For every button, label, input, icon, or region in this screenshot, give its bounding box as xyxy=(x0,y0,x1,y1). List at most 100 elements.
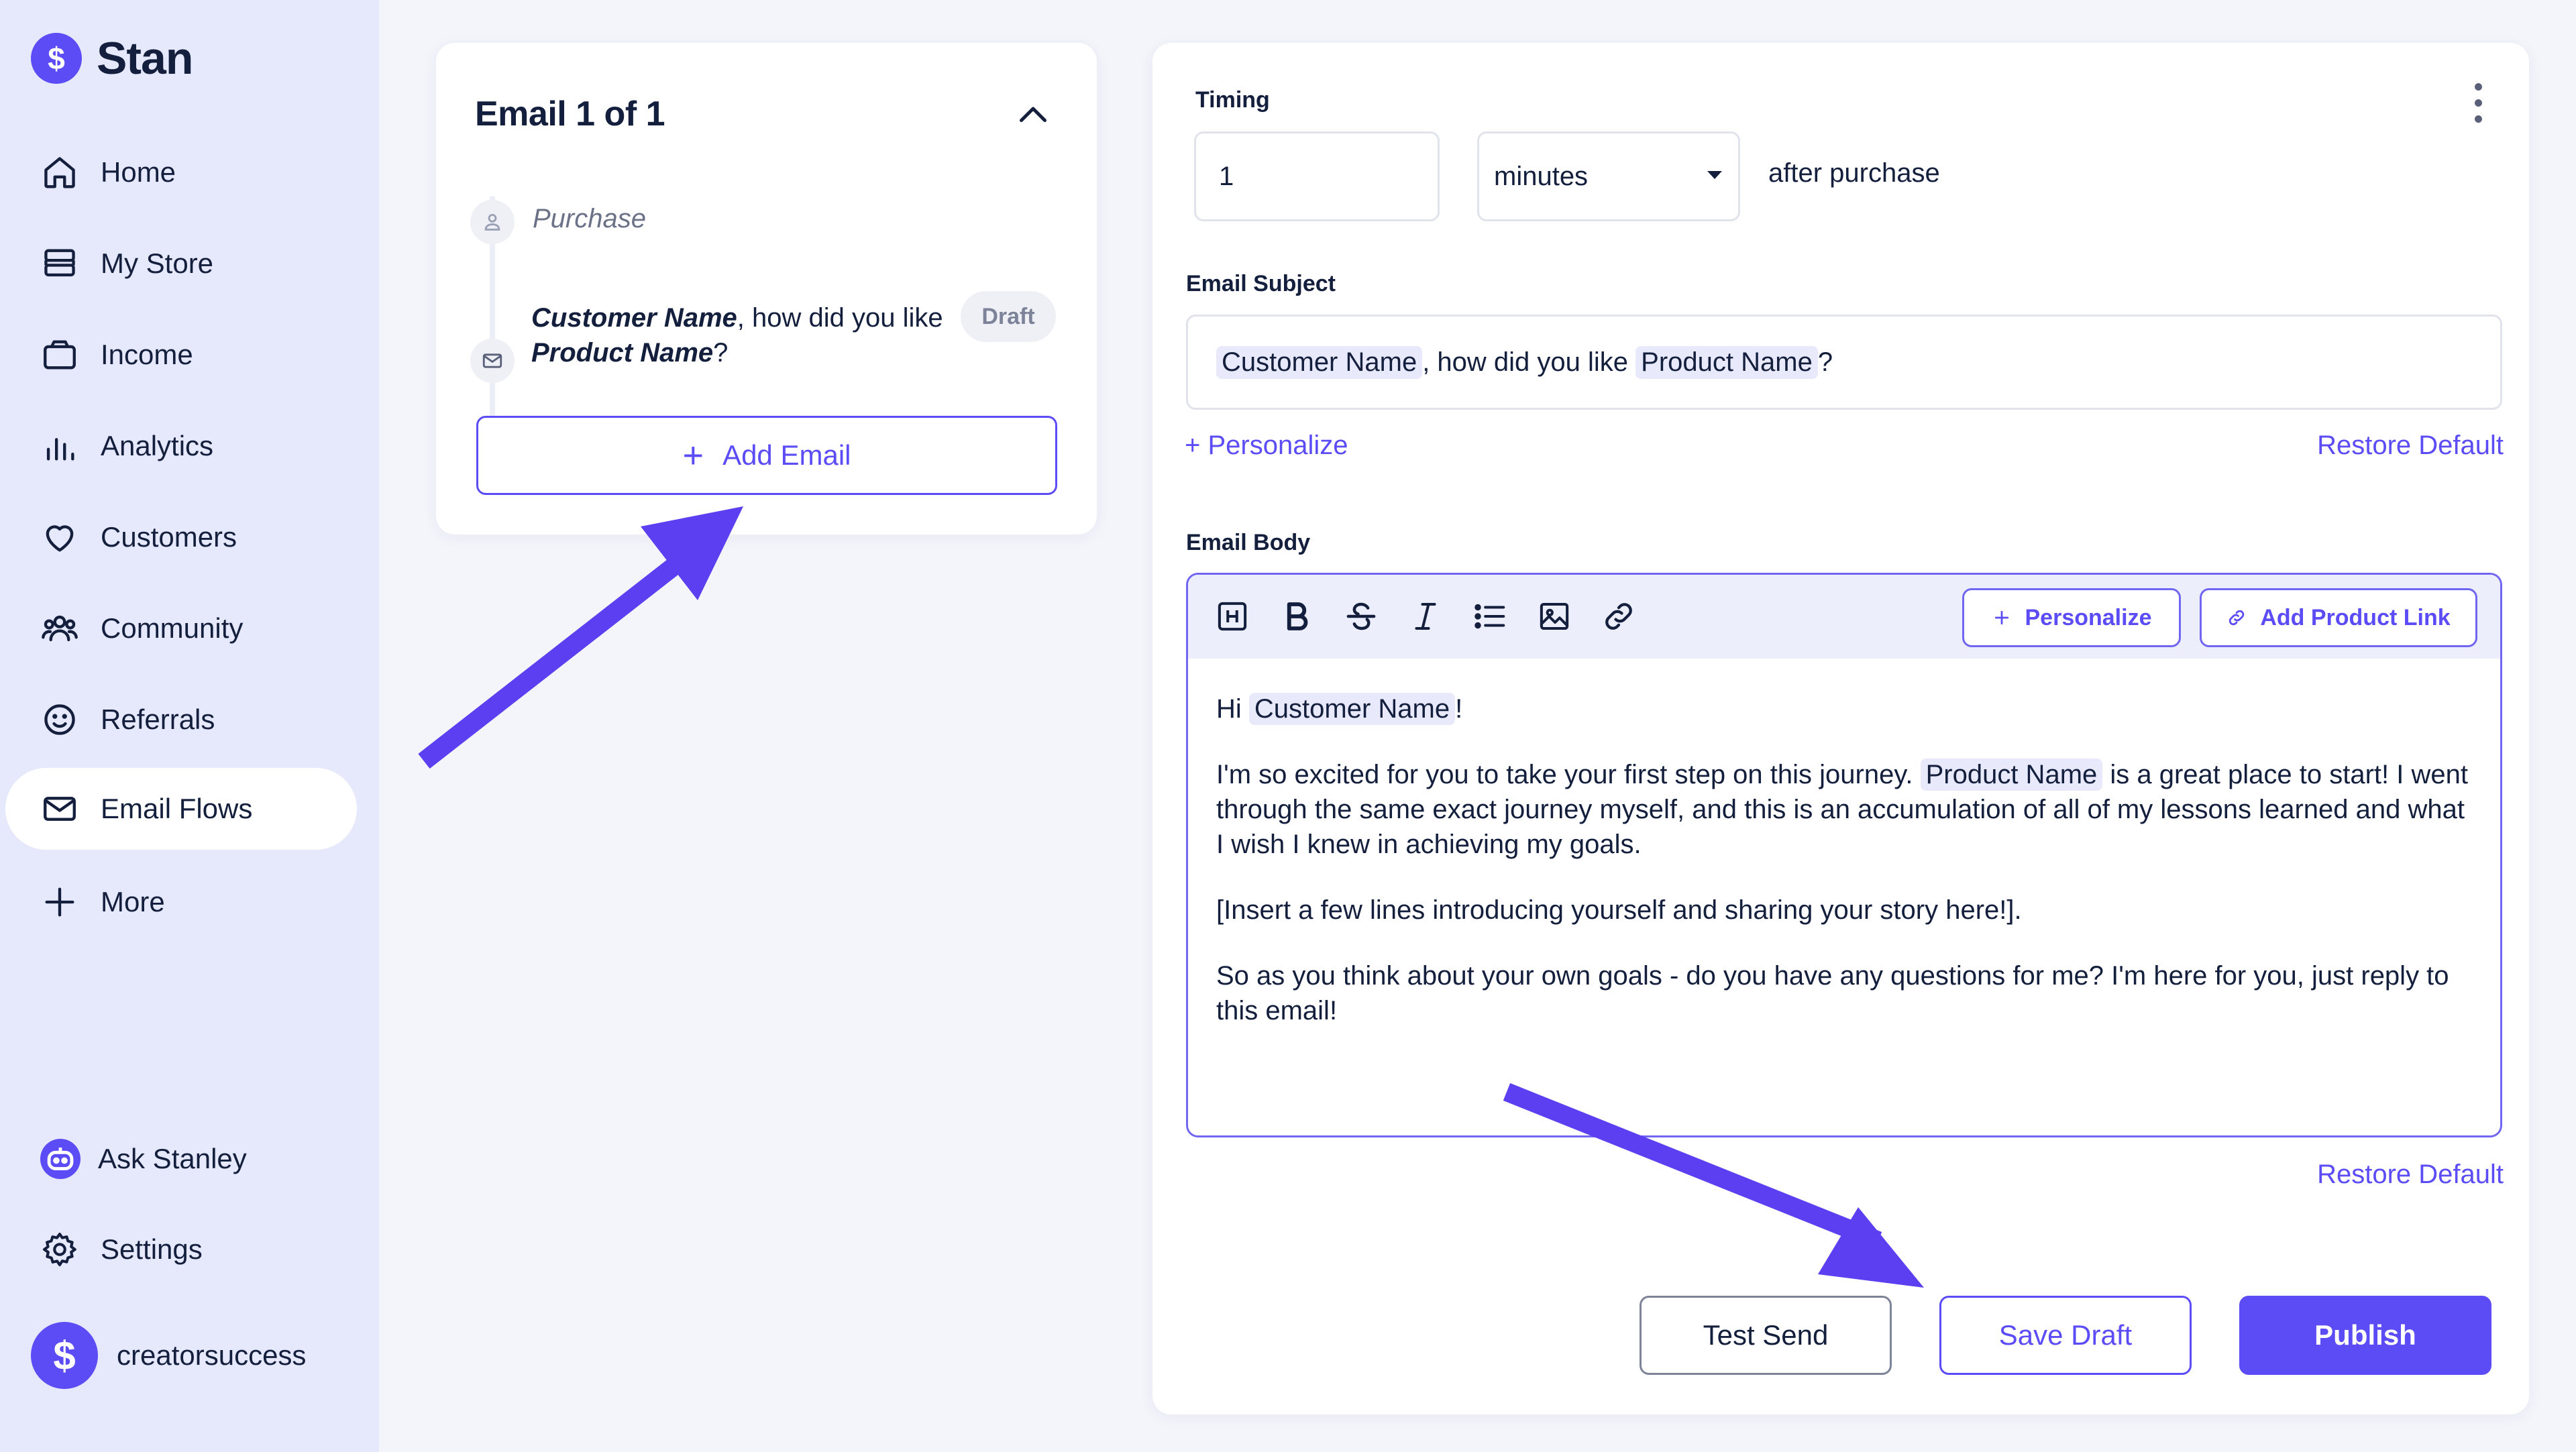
stan-logo-icon: $ xyxy=(31,33,82,84)
timing-label: Timing xyxy=(1195,87,1270,113)
email-body-editor[interactable]: Personalize Add Product Link Hi Customer… xyxy=(1186,573,2502,1137)
sidebar-item-label: Settings xyxy=(101,1233,203,1265)
timing-value-input[interactable]: 1 xyxy=(1194,131,1440,221)
plus-icon: + xyxy=(682,435,704,476)
email-body-label: Email Body xyxy=(1186,530,1311,555)
add-product-link-label: Add Product Link xyxy=(2260,604,2451,630)
trigger-label: Purchase xyxy=(533,204,646,233)
timing-after-text: after purchase xyxy=(1768,158,1940,188)
token-product-name: Product Name xyxy=(531,338,714,368)
sidebar-item-label: Customers xyxy=(101,521,237,553)
restore-default-subject-link[interactable]: Restore Default xyxy=(2317,431,2504,461)
heart-icon xyxy=(46,525,74,552)
sidebar-item-label: Home xyxy=(101,156,176,188)
sidebar-item-referrals[interactable]: Referrals xyxy=(5,679,357,761)
sidebar-item-label: More xyxy=(101,886,165,917)
save-draft-button[interactable]: Save Draft xyxy=(1939,1296,2192,1375)
paragraph-text: I'm so excited for you to take your firs… xyxy=(1216,760,1921,789)
sidebar-item-analytics[interactable]: Analytics xyxy=(5,405,357,487)
brand-name: Stan xyxy=(97,33,193,84)
token-product-name: Product Name xyxy=(1635,345,1818,379)
bar-chart-icon xyxy=(46,438,74,461)
personalize-button[interactable]: Personalize xyxy=(1962,588,2181,647)
email-editor-card: Timing 1 minutes after purchase Email Su… xyxy=(1152,43,2529,1414)
email-step-text: , how did you like xyxy=(737,303,943,333)
email-subject-label: Email Subject xyxy=(1186,271,1336,296)
subject-text: , how did you like xyxy=(1422,347,1636,377)
bold-icon[interactable] xyxy=(1277,596,1317,636)
sidebar-item-label: My Store xyxy=(101,247,214,279)
add-email-button[interactable]: + Add Email xyxy=(476,416,1057,495)
caret-down-icon xyxy=(1707,171,1722,179)
flow-title: Email 1 of 1 xyxy=(475,95,665,133)
mail-icon xyxy=(44,797,76,821)
body-paragraph-1: I'm so excited for you to take your firs… xyxy=(1216,757,2477,862)
sidebar-item-label: Referrals xyxy=(101,704,215,735)
gear-icon xyxy=(42,1232,76,1267)
email-body-content[interactable]: Hi Customer Name! I'm so excited for you… xyxy=(1216,691,2477,1059)
link-icon[interactable] xyxy=(1599,596,1639,636)
chevron-up-icon[interactable] xyxy=(1013,95,1053,135)
sidebar-item-community[interactable]: Community xyxy=(5,588,357,669)
image-icon[interactable] xyxy=(1534,596,1574,636)
subject-text-end: ? xyxy=(1817,347,1833,377)
avatar: $ xyxy=(31,1322,98,1389)
personalize-link[interactable]: + Personalize xyxy=(1185,431,1348,461)
bullet-list-icon[interactable] xyxy=(1470,596,1510,636)
users-icon xyxy=(42,615,78,642)
sidebar-item-email-flows[interactable]: Email Flows xyxy=(5,768,357,850)
token-customer-name: Customer Name xyxy=(531,303,737,333)
token-customer-name: Customer Name xyxy=(1248,693,1456,725)
home-icon xyxy=(44,157,75,188)
wallet-icon xyxy=(44,340,76,370)
editor-toolbar: Personalize Add Product Link xyxy=(1188,575,2500,659)
email-step-text-end: ? xyxy=(713,338,729,368)
account-name: creatorsuccess xyxy=(117,1339,307,1371)
sidebar-item-settings[interactable]: Settings xyxy=(5,1209,357,1290)
strikethrough-icon[interactable] xyxy=(1341,596,1381,636)
store-icon xyxy=(44,249,75,277)
add-email-label: Add Email xyxy=(722,439,851,471)
sidebar-item-label: Email Flows xyxy=(101,793,253,824)
greeting-text: Hi xyxy=(1216,694,1249,724)
publish-button[interactable]: Publish xyxy=(2239,1296,2491,1375)
sidebar-item-label: Income xyxy=(101,339,193,370)
plus-icon xyxy=(45,887,74,917)
sidebar-item-label: Community xyxy=(101,612,244,644)
mail-icon xyxy=(470,339,515,383)
sidebar-item-my-store[interactable]: My Store xyxy=(5,223,357,304)
heading-icon[interactable] xyxy=(1212,596,1252,636)
body-paragraph-3: So as you think about your own goals - d… xyxy=(1216,961,2449,1025)
smiley-icon xyxy=(44,704,75,735)
italic-icon[interactable] xyxy=(1405,596,1446,636)
robot-icon xyxy=(40,1139,80,1179)
email-step-title[interactable]: Customer Name, how did you like Product … xyxy=(531,300,947,370)
brand[interactable]: $ Stan xyxy=(31,32,193,85)
sidebar-item-customers[interactable]: Customers xyxy=(5,496,357,578)
test-send-button[interactable]: Test Send xyxy=(1640,1296,1892,1375)
personalize-button-label: Personalize xyxy=(2025,604,2152,630)
more-options-icon[interactable] xyxy=(2471,83,2485,130)
email-flow-card: Email 1 of 1 Purchase Customer Name, how… xyxy=(436,43,1097,535)
sidebar-item-more[interactable]: More xyxy=(5,861,357,943)
sidebar-item-income[interactable]: Income xyxy=(5,314,357,396)
restore-default-body-link[interactable]: Restore Default xyxy=(2317,1160,2504,1190)
sidebar-item-home[interactable]: Home xyxy=(5,131,357,213)
status-badge: Draft xyxy=(961,291,1056,342)
body-greeting: Hi Customer Name! xyxy=(1216,691,2477,726)
token-product-name: Product Name xyxy=(1920,759,2103,791)
user-icon xyxy=(470,200,515,244)
arrow-to-add-email-icon xyxy=(418,506,743,769)
email-subject-input[interactable]: Customer Name, how did you like Product … xyxy=(1186,315,2502,410)
sidebar-item-label: Analytics xyxy=(101,430,214,461)
add-product-link-button[interactable]: Add Product Link xyxy=(2200,588,2477,647)
sidebar: $ Stan Home My Store Income Analytics Cu… xyxy=(0,0,379,1452)
link-icon xyxy=(2229,610,2245,626)
account-menu[interactable]: $ creatorsuccess xyxy=(5,1315,357,1396)
sidebar-item-ask-stanley[interactable]: Ask Stanley xyxy=(5,1118,357,1200)
greeting-text-end: ! xyxy=(1455,694,1463,724)
sidebar-item-label: Ask Stanley xyxy=(98,1143,247,1174)
timing-unit-select[interactable]: minutes xyxy=(1477,131,1740,221)
plus-icon xyxy=(1994,610,2008,625)
timing-unit-value: minutes xyxy=(1494,161,1589,191)
